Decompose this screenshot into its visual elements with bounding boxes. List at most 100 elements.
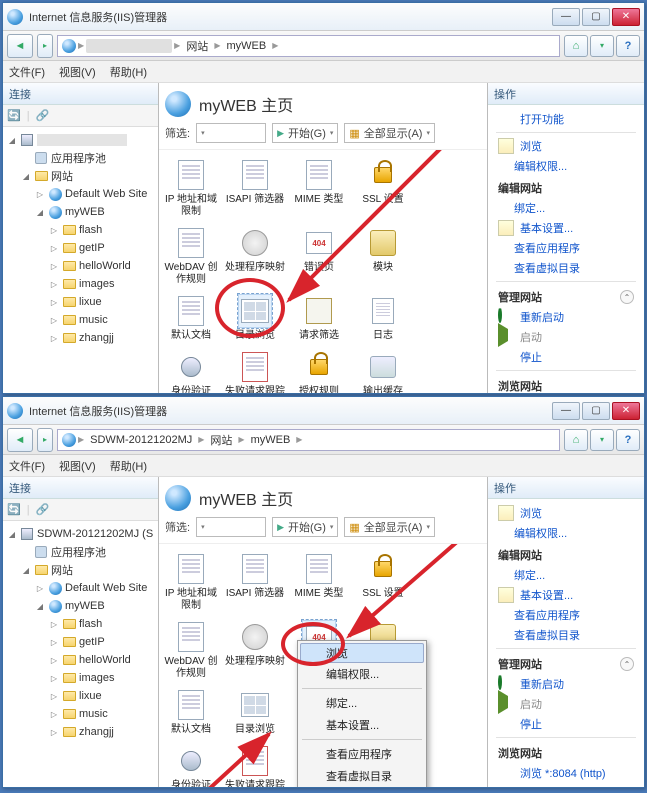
feature-dir-browse[interactable]: 目录浏览 [225, 688, 285, 736]
feature-isapi[interactable]: ISAPI 筛选器 [225, 158, 285, 218]
menu-file[interactable]: 文件(F) [9, 458, 45, 474]
action-restart[interactable]: 重新启动 [492, 307, 640, 327]
feature-req-filter[interactable]: 请求筛选 [289, 294, 349, 342]
feature-failed-req[interactable]: 失败请求跟踪规则 [225, 744, 285, 787]
menu-view[interactable]: 视图(V) [59, 458, 96, 474]
filter-input[interactable]: ▾ [196, 517, 266, 537]
action-stop[interactable]: 停止 [492, 347, 640, 367]
menu-help[interactable]: 帮助(H) [110, 64, 147, 80]
feature-default-doc[interactable]: 默认文档 [161, 294, 221, 342]
feature-ssl[interactable]: SSL 设置 [353, 552, 413, 612]
tree-default-site[interactable]: Default Web Site [65, 188, 147, 200]
titlebar[interactable]: Internet 信息服务(IIS)管理器 — ▢ ✕ [3, 397, 644, 425]
action-view-vdir[interactable]: 查看虚拟目录 [492, 625, 640, 645]
close-button[interactable]: ✕ [612, 8, 640, 26]
tree-app-pool[interactable]: 应用程序池 [51, 544, 106, 560]
feature-default-doc[interactable]: 默认文档 [161, 688, 221, 736]
action-edit-perm[interactable]: 编辑权限... [492, 523, 640, 543]
feature-dir-browse[interactable]: 目录浏览 [225, 294, 285, 342]
home-button[interactable]: ⌂ [564, 429, 588, 451]
tree-default-site[interactable]: Default Web Site [65, 582, 147, 594]
tree-folder[interactable]: zhangjj [79, 726, 114, 738]
features-pane[interactable]: IP 地址和域限制 ISAPI 筛选器 MIME 类型 SSL 设置 WebDA… [159, 544, 487, 787]
help-icon[interactable]: ? [616, 429, 640, 451]
context-menu[interactable]: 浏览 编辑权限... 绑定... 基本设置... 查看应用程序 查看虚拟目录 管… [297, 640, 427, 787]
menu-help[interactable]: 帮助(H) [110, 458, 147, 474]
tree-folder[interactable]: flash [79, 618, 102, 630]
minimize-button[interactable]: — [552, 402, 580, 420]
action-adv-set[interactable]: 高级设置... [492, 783, 640, 787]
feature-modules[interactable]: 模块 [353, 226, 413, 286]
feature-ssl[interactable]: SSL 设置 [353, 158, 413, 218]
ctx-view-apps[interactable]: 查看应用程序 [300, 743, 424, 765]
connect-icon[interactable]: 🔗 [36, 109, 50, 122]
action-basic-set[interactable]: 基本设置... [492, 585, 640, 605]
crumb-sites[interactable]: 网站 [182, 38, 212, 54]
tree-app-pool[interactable]: 应用程序池 [51, 150, 106, 166]
feature-auth[interactable]: 身份验证 [161, 350, 221, 393]
feature-ip-restrict[interactable]: IP 地址和域限制 [161, 158, 221, 218]
feature-output-cache[interactable]: 输出缓存 [353, 350, 413, 393]
tree-folder[interactable]: music [79, 708, 108, 720]
tree-folder[interactable]: lixue [79, 690, 102, 702]
tree-folder[interactable]: getIP [79, 636, 105, 648]
action-edit-perm[interactable]: 编辑权限... [492, 156, 640, 176]
action-view-apps[interactable]: 查看应用程序 [492, 238, 640, 258]
action-bind[interactable]: 绑定... [492, 565, 640, 585]
feature-mime[interactable]: MIME 类型 [289, 158, 349, 218]
features-pane[interactable]: IP 地址和域限制 ISAPI 筛选器 MIME 类型 SSL 设置 WebDA… [159, 150, 487, 393]
feature-isapi[interactable]: ISAPI 筛选器 [225, 552, 285, 612]
tree-sites[interactable]: 网站 [51, 168, 73, 184]
tree-root[interactable]: SDWM-20121202MJ (S [37, 528, 153, 540]
connections-tree[interactable]: ◢SDWM-20121202MJ (S 应用程序池 ◢网站 ▷Default W… [7, 525, 154, 741]
action-browse[interactable]: 浏览 [492, 503, 640, 523]
forward-button[interactable]: ▸ [37, 34, 53, 58]
home-dd-button[interactable]: ▾ [590, 35, 614, 57]
feature-handlers[interactable]: 处理程序映射 [225, 620, 285, 680]
ctx-edit-perm[interactable]: 编辑权限... [300, 663, 424, 685]
crumb-server[interactable] [86, 39, 172, 53]
start-combo[interactable]: ▶开始(G)▾ [272, 517, 338, 537]
titlebar[interactable]: Internet 信息服务(IIS)管理器 — ▢ ✕ [3, 3, 644, 31]
feature-handlers[interactable]: 处理程序映射 [225, 226, 285, 286]
showall-combo[interactable]: ▦全部显示(A)▾ [344, 517, 435, 537]
connect-icon[interactable]: 🔗 [36, 503, 50, 516]
action-start[interactable]: 启动 [492, 327, 640, 347]
filter-input[interactable]: ▾ [196, 123, 266, 143]
tree-folder[interactable]: images [79, 278, 114, 290]
tree-sites[interactable]: 网站 [51, 562, 73, 578]
action-browse-url[interactable]: 浏览 *:8084 (http) [492, 763, 640, 783]
tree-folder[interactable]: music [79, 314, 108, 326]
refresh-icon[interactable]: 🔄 [7, 503, 21, 516]
tree-folder[interactable]: images [79, 672, 114, 684]
crumb-sites[interactable]: 网站 [206, 432, 236, 448]
crumb-site[interactable]: myWEB [222, 40, 270, 52]
help-icon[interactable]: ? [616, 35, 640, 57]
minimize-button[interactable]: — [552, 8, 580, 26]
tree-folder[interactable]: helloWorld [79, 654, 131, 666]
forward-button[interactable]: ▸ [37, 428, 53, 452]
feature-mime[interactable]: MIME 类型 [289, 552, 349, 612]
action-restart[interactable]: 重新启动 [492, 674, 640, 694]
tree-folder[interactable]: lixue [79, 296, 102, 308]
feature-authz[interactable]: 授权规则 [289, 350, 349, 393]
collapse-icon[interactable]: ⌃ [620, 657, 634, 671]
menu-view[interactable]: 视图(V) [59, 64, 96, 80]
maximize-button[interactable]: ▢ [582, 402, 610, 420]
maximize-button[interactable]: ▢ [582, 8, 610, 26]
menu-file[interactable]: 文件(F) [9, 64, 45, 80]
tree-root[interactable] [37, 134, 127, 146]
feature-auth[interactable]: 身份验证 [161, 744, 221, 787]
tree-myweb[interactable]: myWEB [65, 600, 105, 612]
close-button[interactable]: ✕ [612, 402, 640, 420]
refresh-icon[interactable]: 🔄 [7, 109, 21, 122]
tree-folder[interactable]: flash [79, 224, 102, 236]
tree-folder[interactable]: helloWorld [79, 260, 131, 272]
feature-failed-req[interactable]: 失败请求跟踪规则 [225, 350, 285, 393]
showall-combo[interactable]: ▦全部显示(A)▾ [344, 123, 435, 143]
ctx-view-vdir[interactable]: 查看虚拟目录 [300, 765, 424, 787]
ctx-basic-set[interactable]: 基本设置... [300, 714, 424, 736]
tree-myweb[interactable]: myWEB [65, 206, 105, 218]
connections-tree[interactable]: ◢ 应用程序池 ◢网站 ▷Default Web Site ◢myWEB ▷fl… [7, 131, 154, 347]
start-combo[interactable]: ▶开始(G)▾ [272, 123, 338, 143]
